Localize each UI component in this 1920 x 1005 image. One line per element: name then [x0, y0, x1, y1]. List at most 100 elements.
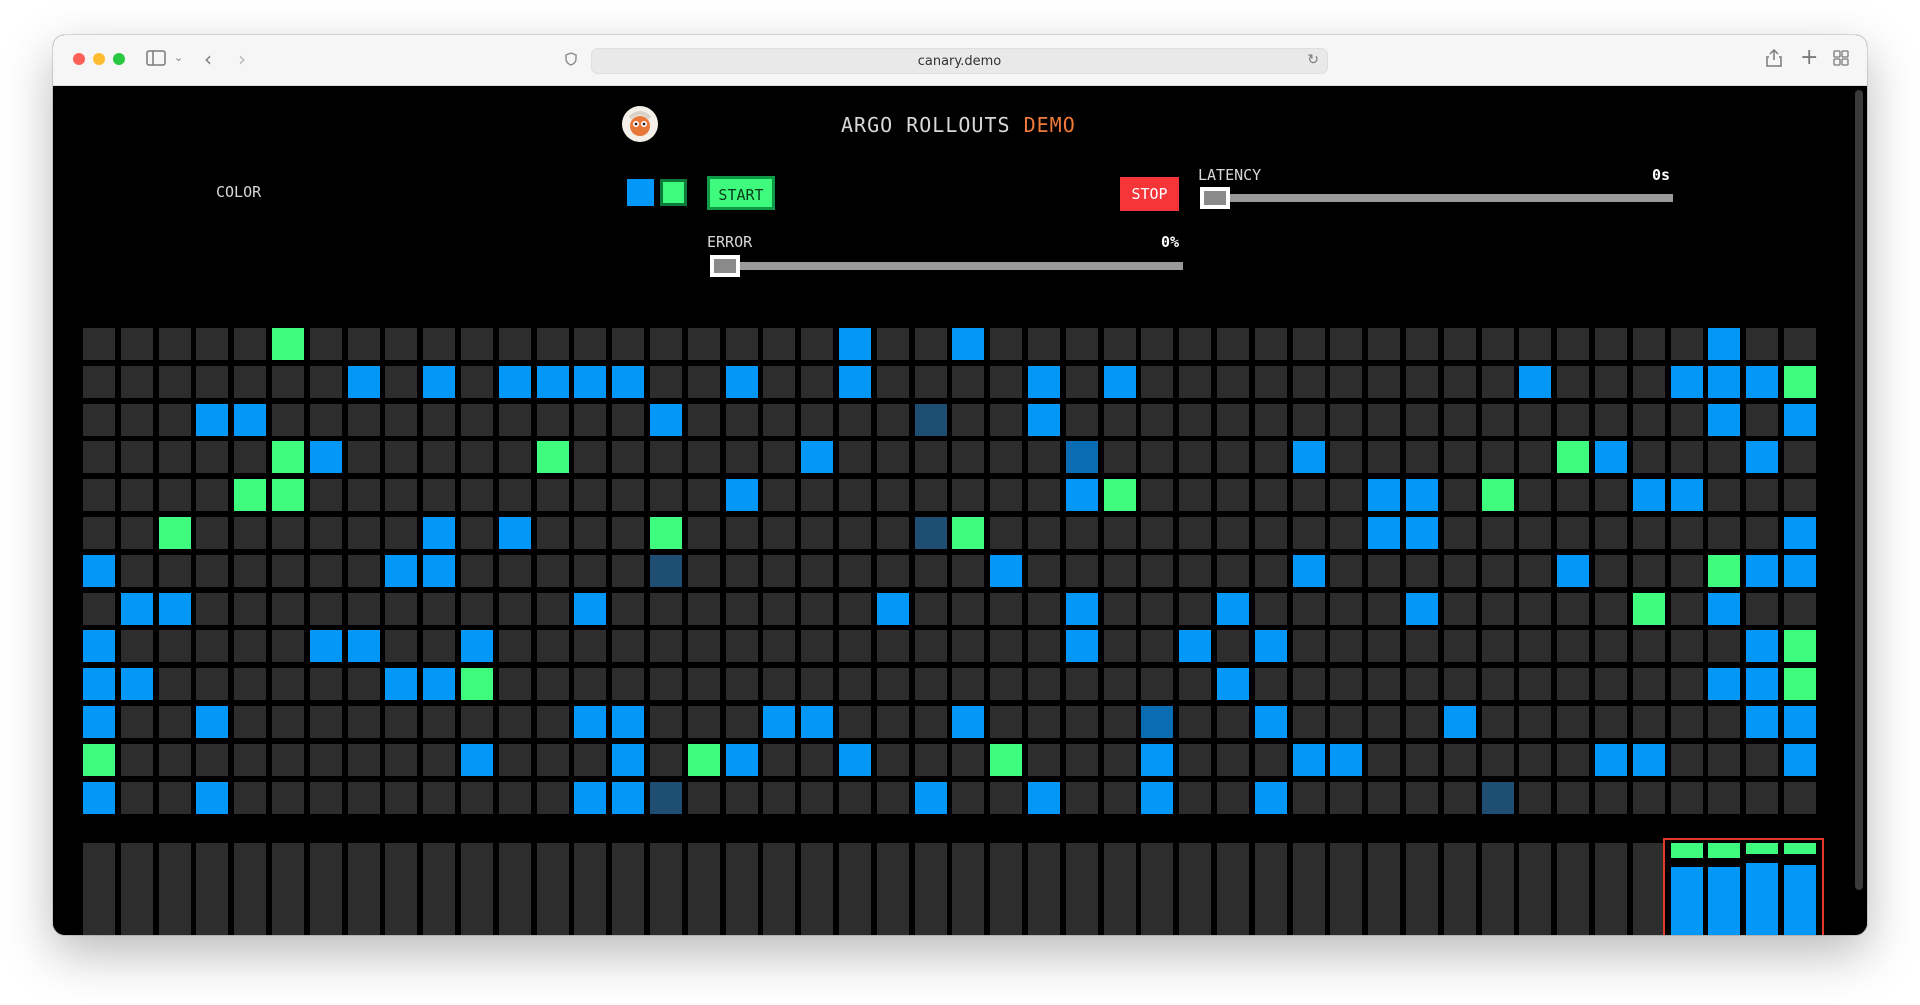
grid-cell — [1179, 517, 1211, 549]
grid-cell — [1104, 668, 1136, 700]
grid-cell — [839, 555, 871, 587]
start-button[interactable]: START — [707, 176, 775, 210]
grid-cell — [990, 668, 1022, 700]
grid-cell — [1557, 328, 1589, 360]
grid-cell — [1633, 744, 1665, 776]
grid-cell — [1104, 441, 1136, 473]
grid-cell — [1557, 593, 1589, 625]
grid-cell — [726, 555, 758, 587]
forward-icon[interactable]: › — [238, 49, 246, 69]
stop-button[interactable]: STOP — [1120, 177, 1179, 211]
grid-cell — [537, 630, 569, 662]
grid-cell — [1671, 668, 1703, 700]
grid-cell — [121, 366, 153, 398]
grid-cell — [461, 630, 493, 662]
new-tab-icon[interactable]: + — [1800, 47, 1818, 69]
grid-cell — [1784, 404, 1816, 436]
grid-cell — [537, 593, 569, 625]
grid-cell — [801, 328, 833, 360]
grid-cell — [1595, 668, 1627, 700]
grid-cell — [461, 706, 493, 738]
grid-cell — [1255, 706, 1287, 738]
grid-cell — [83, 328, 115, 360]
grid-cell — [1028, 706, 1060, 738]
history-bar — [915, 843, 947, 935]
error-slider-track[interactable] — [713, 262, 1183, 270]
color-swatch-blue[interactable] — [627, 179, 654, 206]
grid-cell — [915, 555, 947, 587]
history-bar — [83, 843, 115, 935]
grid-cell — [423, 744, 455, 776]
grid-cell — [1444, 630, 1476, 662]
close-window-button[interactable] — [73, 53, 85, 65]
grid-cell — [1708, 517, 1740, 549]
history-bar — [1633, 843, 1665, 935]
color-swatch-green[interactable] — [660, 179, 687, 206]
grid-cell — [1519, 404, 1551, 436]
grid-cell — [801, 668, 833, 700]
grid-cell — [1708, 744, 1740, 776]
grid-cell — [272, 782, 304, 814]
share-icon[interactable] — [1766, 48, 1782, 71]
grid-cell — [1519, 479, 1551, 511]
reload-icon[interactable]: ↻ — [1307, 53, 1319, 67]
grid-cell — [1179, 744, 1211, 776]
grid-cell — [877, 593, 909, 625]
grid-cell — [1368, 706, 1400, 738]
grid-cell — [1141, 479, 1173, 511]
grid-cell — [952, 706, 984, 738]
sidebar-toggle-icon[interactable] — [146, 50, 166, 70]
grid-cell — [1066, 441, 1098, 473]
grid-cell — [1444, 782, 1476, 814]
latency-slider-handle[interactable] — [1200, 187, 1230, 209]
back-icon[interactable]: ‹ — [204, 49, 212, 69]
grid-cell — [159, 744, 191, 776]
grid-cell — [310, 441, 342, 473]
grid-cell — [234, 479, 266, 511]
scrollbar[interactable] — [1855, 90, 1863, 890]
latency-slider-track[interactable] — [1203, 194, 1673, 202]
grid-cell — [688, 782, 720, 814]
grid-cell — [1746, 668, 1778, 700]
grid-cell — [1330, 555, 1362, 587]
grid-cell — [1406, 404, 1438, 436]
grid-cell — [726, 517, 758, 549]
grid-cell — [1671, 441, 1703, 473]
grid-cell — [763, 517, 795, 549]
grid-cell — [688, 706, 720, 738]
grid-cell — [990, 366, 1022, 398]
grid-cell — [1141, 744, 1173, 776]
grid-cell — [801, 706, 833, 738]
grid-cell — [83, 479, 115, 511]
grid-cell — [1406, 782, 1438, 814]
page-title: ARGO ROLLOUTS DEMO — [841, 113, 1076, 137]
grid-cell — [1444, 706, 1476, 738]
grid-cell — [196, 328, 228, 360]
grid-cell — [1179, 782, 1211, 814]
chevron-down-icon[interactable]: ⌄ — [174, 52, 183, 63]
grid-cell — [1671, 782, 1703, 814]
grid-cell — [348, 555, 380, 587]
grid-cell — [612, 404, 644, 436]
grid-cell — [1595, 517, 1627, 549]
grid-cell — [423, 555, 455, 587]
grid-cell — [385, 668, 417, 700]
error-slider-handle[interactable] — [710, 255, 740, 277]
grid-cell — [726, 593, 758, 625]
grid-cell — [574, 782, 606, 814]
grid-cell — [801, 744, 833, 776]
address-bar[interactable]: canary.demo ↻ — [591, 48, 1328, 74]
grid-cell — [952, 782, 984, 814]
grid-cell — [234, 517, 266, 549]
history-bar — [1028, 843, 1060, 935]
grid-cell — [499, 744, 531, 776]
minimize-window-button[interactable] — [93, 53, 105, 65]
zoom-window-button[interactable] — [113, 53, 125, 65]
grid-cell — [1330, 630, 1362, 662]
grid-cell — [1255, 517, 1287, 549]
grid-cell — [1482, 668, 1514, 700]
tab-overview-icon[interactable] — [1833, 50, 1849, 70]
grid-cell — [1482, 328, 1514, 360]
grid-cell — [839, 782, 871, 814]
grid-cell — [1104, 593, 1136, 625]
